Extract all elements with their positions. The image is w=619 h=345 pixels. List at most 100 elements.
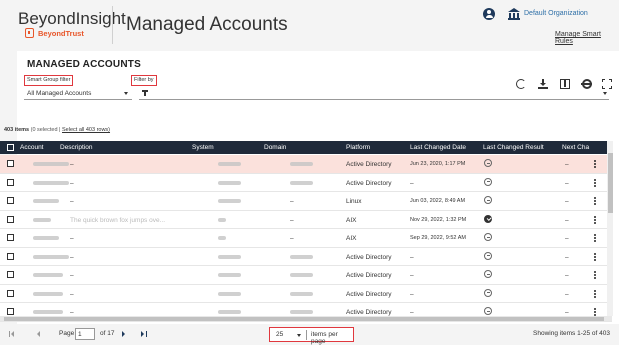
gear-icon[interactable] — [581, 79, 592, 89]
redacted-system — [218, 273, 241, 277]
table-row[interactable]: – Active Directory – – — [0, 266, 612, 285]
smart-group-select[interactable]: All Managed Accounts — [24, 87, 132, 100]
more-actions-icon[interactable] — [594, 234, 596, 242]
next-page-icon[interactable] — [122, 331, 125, 337]
select-all-checkbox[interactable] — [7, 144, 14, 151]
manage-smart-rules-link[interactable]: Manage Smart Rules — [555, 31, 619, 45]
cell-last-changed-date: Jun 03, 2022, 8:49 AM — [410, 198, 466, 204]
row-checkbox[interactable] — [7, 234, 14, 241]
more-actions-icon[interactable] — [594, 160, 596, 168]
cell-platform: Linux — [346, 198, 362, 205]
cell-next-change: – — [565, 272, 569, 279]
columns-icon[interactable] — [560, 79, 570, 89]
beyondtrust-logo-icon — [25, 28, 34, 38]
first-page-icon[interactable] — [9, 331, 15, 337]
page-label: Page — [59, 330, 75, 337]
table-row[interactable]: – Active Directory – – — [0, 284, 612, 303]
row-checkbox[interactable] — [7, 197, 14, 204]
cell-last-changed-date: – — [410, 272, 414, 279]
more-actions-icon[interactable] — [594, 178, 596, 187]
header-divider — [112, 6, 113, 44]
more-actions-icon[interactable] — [594, 252, 596, 261]
organization-link[interactable]: Default Organization — [524, 10, 588, 17]
page-title: Managed Accounts — [126, 14, 288, 35]
more-actions-icon[interactable] — [594, 308, 596, 316]
column-last-changed-result[interactable]: Last Changed Result — [483, 144, 544, 151]
redacted-system — [218, 310, 241, 314]
column-description[interactable]: Description — [60, 144, 93, 151]
redacted-system — [218, 199, 241, 203]
minus-circle-icon — [484, 159, 492, 167]
redacted-system — [218, 254, 241, 259]
redacted-system — [218, 291, 241, 296]
column-next-change[interactable]: Next Cha — [562, 144, 589, 151]
minus-circle-icon — [484, 288, 492, 297]
app-header: BeyondInsight BeyondTrust Managed Accoun… — [0, 0, 619, 50]
row-checkbox[interactable] — [7, 252, 14, 260]
previous-page-icon[interactable] — [37, 331, 40, 337]
smart-group-value: All Managed Accounts — [27, 90, 92, 97]
row-checkbox[interactable] — [7, 289, 14, 297]
cell-description: The quick brown fox jumps ove... — [70, 216, 166, 224]
redacted-domain — [290, 310, 313, 314]
cell-last-changed-date: Sep 29, 2022, 9:52 AM — [410, 235, 466, 241]
column-domain[interactable]: Domain — [264, 144, 286, 151]
row-checkbox[interactable] — [7, 271, 14, 278]
more-actions-icon[interactable] — [594, 289, 596, 298]
refresh-icon[interactable] — [516, 79, 526, 89]
vertical-scrollbar[interactable] — [607, 141, 613, 316]
redacted-account — [33, 217, 51, 222]
table-row[interactable]: – Active Directory – – — [0, 173, 612, 192]
cell-domain: – — [290, 235, 294, 242]
horizontal-scrollbar[interactable] — [0, 316, 612, 321]
cell-description: – — [70, 198, 74, 205]
cell-next-change: – — [565, 309, 569, 316]
row-checkbox[interactable] — [7, 308, 14, 315]
user-icon[interactable] — [483, 8, 495, 20]
chevron-down-icon — [297, 334, 301, 337]
table-row[interactable]: – – Linux Jun 03, 2022, 8:49 AM – — [0, 192, 612, 211]
redacted-account — [33, 180, 69, 185]
vertical-scroll-thumb[interactable] — [607, 153, 613, 213]
cell-next-change: – — [565, 235, 569, 242]
redacted-domain — [290, 291, 313, 296]
column-last-changed-date[interactable]: Last Changed Date — [410, 144, 466, 151]
organization-icon[interactable] — [508, 8, 520, 20]
pagination-bar: Page 1 of 17 25 items per page Showing i… — [0, 324, 619, 345]
column-account[interactable]: Account — [20, 144, 44, 151]
table-row[interactable]: – Active Directory – – — [0, 247, 612, 266]
items-per-page-control[interactable]: 25 items per page — [269, 327, 354, 345]
selected-count: (0 selected | — [30, 127, 61, 133]
table-row[interactable]: – – AIX Sep 29, 2022, 9:52 AM – — [0, 229, 612, 248]
horizontal-scroll-thumb[interactable] — [4, 316, 604, 321]
redacted-account — [33, 236, 59, 240]
redacted-account — [33, 199, 59, 203]
download-icon[interactable] — [538, 79, 548, 89]
filter-icon — [142, 90, 148, 96]
minus-circle-icon — [484, 196, 492, 204]
items-per-page-select[interactable]: 25 — [276, 331, 283, 338]
minus-circle-icon — [484, 177, 492, 186]
brand-logo: BeyondInsight — [18, 9, 126, 28]
filter-by-label: Filter by — [131, 75, 157, 86]
column-platform[interactable]: Platform — [346, 144, 370, 151]
select-all-link[interactable]: Select all 403 rows) — [62, 127, 110, 133]
row-checkbox[interactable] — [7, 178, 14, 186]
more-actions-icon[interactable] — [594, 197, 596, 205]
minus-circle-icon — [484, 233, 492, 241]
cell-last-changed-date: Jun 23, 2020, 1:17 PM — [410, 161, 466, 167]
smart-group-filter-label: Smart Group filter — [24, 75, 74, 86]
more-actions-icon[interactable] — [594, 215, 596, 224]
expand-icon[interactable] — [602, 79, 612, 89]
page-number-input[interactable]: 1 — [75, 328, 95, 340]
redacted-account — [33, 162, 69, 166]
chevron-down-icon — [124, 92, 128, 95]
row-checkbox[interactable] — [7, 160, 14, 167]
table-row[interactable]: The quick brown fox jumps ove... – AIX N… — [0, 210, 612, 229]
row-checkbox[interactable] — [7, 215, 14, 223]
table-row[interactable]: – Active Directory Jun 23, 2020, 1:17 PM… — [0, 155, 612, 174]
column-system[interactable]: System — [192, 144, 214, 151]
more-actions-icon[interactable] — [594, 271, 596, 279]
last-page-icon[interactable] — [141, 331, 147, 337]
redacted-domain — [290, 273, 313, 277]
